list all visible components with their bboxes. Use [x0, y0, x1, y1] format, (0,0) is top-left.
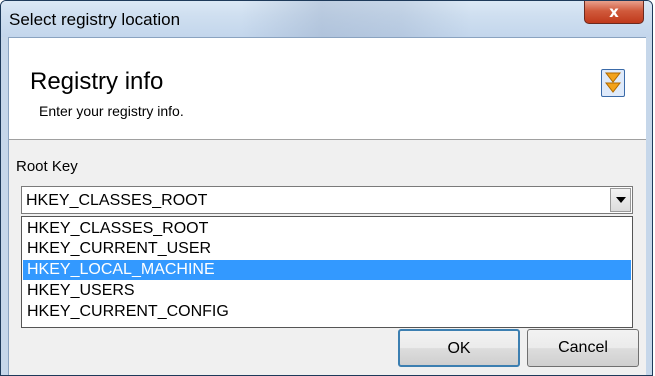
root-key-dropdown-list[interactable]: HKEY_CLASSES_ROOT HKEY_CURRENT_USER HKEY…	[21, 216, 633, 328]
list-item-highlighted[interactable]: HKEY_LOCAL_MACHINE	[23, 260, 631, 280]
ok-button[interactable]: OK	[398, 329, 520, 367]
window-frame-right	[645, 37, 652, 375]
dialog-window: Select registry location x Registry info…	[0, 0, 653, 376]
window-frame-left	[1, 37, 8, 375]
title-bar[interactable]: Select registry location x	[1, 1, 652, 37]
cancel-button[interactable]: Cancel	[527, 329, 639, 367]
root-key-selected-value: HKEY_CLASSES_ROOT	[26, 192, 208, 209]
list-item[interactable]: HKEY_CURRENT_CONFIG	[23, 302, 631, 322]
chevron-down-icon	[615, 197, 626, 203]
list-item[interactable]: HKEY_CLASSES_ROOT	[23, 219, 631, 239]
list-item[interactable]: HKEY_USERS	[23, 281, 631, 301]
close-button[interactable]: x	[584, 1, 644, 24]
page-subtitle: Enter your registry info.	[39, 103, 184, 119]
root-key-label: Root Key	[16, 158, 78, 175]
close-icon: x	[609, 3, 619, 21]
dialog-content: Registry info Enter your registry info. …	[8, 37, 646, 375]
title-bar-background-blur	[241, 1, 471, 37]
dropdown-button[interactable]	[610, 188, 631, 212]
window-title: Select registry location	[9, 10, 181, 29]
list-item[interactable]: HKEY_CURRENT_USER	[23, 239, 631, 259]
page-title: Registry info	[30, 68, 164, 95]
wizard-header: Registry info Enter your registry info.	[9, 38, 646, 140]
wizard-arrows-icon	[601, 69, 625, 97]
root-key-combobox[interactable]: HKEY_CLASSES_ROOT	[21, 186, 633, 214]
